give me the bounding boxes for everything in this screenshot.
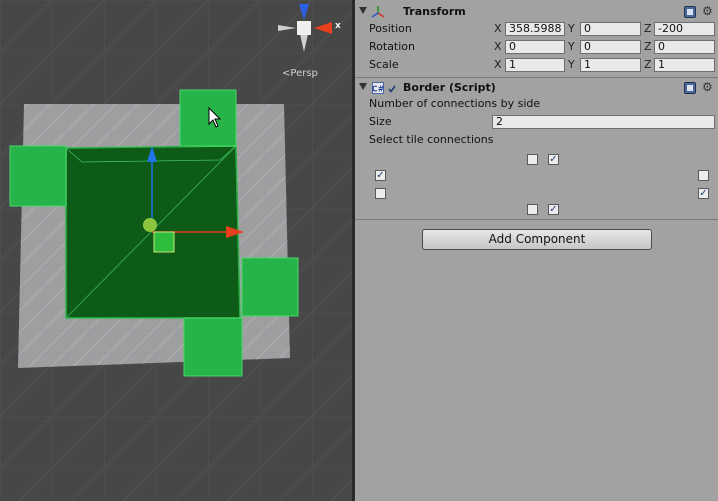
scale-x-field[interactable]: 1: [505, 58, 565, 72]
left-connection-0[interactable]: ✓: [375, 170, 386, 181]
persp-label: Persp: [290, 68, 318, 79]
foldout-arrow-icon[interactable]: [359, 83, 367, 90]
size-label: Size: [369, 115, 392, 128]
position-y-field[interactable]: 0: [580, 22, 641, 36]
scale-z-field[interactable]: 1: [654, 58, 715, 72]
connector-left[interactable]: [9, 145, 67, 207]
gizmo-center-cube[interactable]: [297, 21, 311, 35]
position-x-field[interactable]: 358.5988: [505, 22, 565, 36]
scale-y-label: Y: [568, 58, 575, 71]
gizmo-x-label: x: [335, 21, 341, 31]
position-label: Position: [369, 22, 412, 35]
top-connection-0[interactable]: [527, 154, 538, 165]
scale-y-field[interactable]: 1: [580, 58, 641, 72]
gear-icon[interactable]: ⚙: [702, 81, 714, 93]
connector-right[interactable]: [241, 257, 299, 317]
persp-toggle[interactable]: <Persp: [282, 68, 318, 79]
inspector-panel: Transform ⚙ Position X 358.5988 Y 0 Z -2…: [355, 0, 718, 501]
scale-z-label: Z: [644, 58, 652, 71]
connections-label: Number of connections by side: [369, 97, 541, 110]
bottom-connection-1[interactable]: ✓: [548, 204, 559, 215]
rotation-label: Rotation: [369, 40, 416, 53]
help-book-icon[interactable]: [684, 6, 696, 18]
rotation-x-field[interactable]: 0: [505, 40, 565, 54]
transform-header[interactable]: Transform ⚙: [355, 3, 718, 21]
script-file-icon: C#: [372, 82, 385, 94]
component-separator: [355, 77, 718, 78]
right-connection-0[interactable]: [698, 170, 709, 181]
help-book-icon[interactable]: [684, 82, 696, 94]
border-script-title: Border (Script): [403, 81, 496, 94]
enable-checkbox-icon[interactable]: [388, 85, 396, 93]
position-y-label: Y: [568, 22, 575, 35]
connector-top[interactable]: [179, 89, 237, 147]
rotation-x-label: X: [494, 40, 502, 53]
top-connection-1[interactable]: ✓: [548, 154, 559, 165]
add-component-button[interactable]: Add Component: [422, 229, 652, 250]
rotation-y-label: Y: [568, 40, 575, 53]
position-z-field[interactable]: -200: [654, 22, 715, 36]
size-field[interactable]: 2: [492, 115, 715, 129]
scale-label: Scale: [369, 58, 399, 71]
scene-view[interactable]: x <Persp: [0, 0, 352, 501]
transform-title: Transform: [403, 5, 466, 18]
border-script-header[interactable]: C# Border (Script) ⚙: [355, 79, 718, 97]
rotation-z-field[interactable]: 0: [654, 40, 715, 54]
left-connection-1[interactable]: [375, 188, 386, 199]
right-connection-1[interactable]: ✓: [698, 188, 709, 199]
scale-x-label: X: [494, 58, 502, 71]
connector-bottom[interactable]: [183, 317, 243, 377]
position-z-label: Z: [644, 22, 652, 35]
gizmo-z-handle[interactable]: [143, 218, 157, 232]
select-connections-label: Select tile connections: [369, 133, 494, 146]
component-separator: [355, 219, 718, 220]
rotation-z-label: Z: [644, 40, 652, 53]
foldout-arrow-icon[interactable]: [359, 7, 367, 14]
position-x-label: X: [494, 22, 502, 35]
bottom-connection-0[interactable]: [527, 204, 538, 215]
gear-icon[interactable]: ⚙: [702, 5, 714, 17]
transform-axes-icon: [371, 6, 385, 18]
gizmo-plane-handle[interactable]: [153, 231, 175, 253]
svg-text:C#: C#: [372, 85, 385, 94]
rotation-y-field[interactable]: 0: [580, 40, 641, 54]
